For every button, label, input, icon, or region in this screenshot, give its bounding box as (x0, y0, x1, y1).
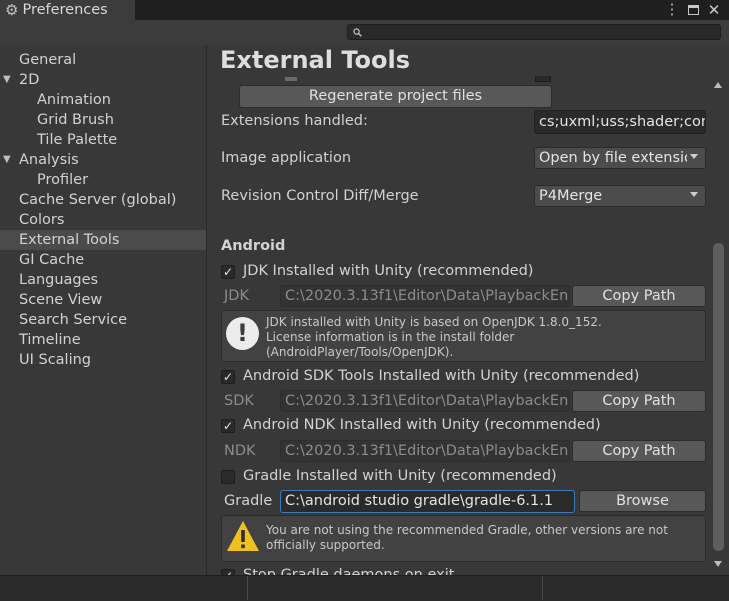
page-title: External Tools (220, 46, 410, 74)
image-application-label: Image application (221, 150, 352, 166)
revision-control-dropdown[interactable]: P4Merge (534, 185, 706, 207)
image-application-dropdown[interactable]: Open by file extension (534, 147, 706, 169)
stop-gradle-label: Stop Gradle daemons on exit (243, 567, 455, 575)
jdk-checkbox[interactable]: ✓ (221, 265, 235, 279)
jdk-label: JDK (224, 288, 249, 304)
chevron-down-icon[interactable]: ▼ (3, 70, 11, 90)
gradle-label: Gradle (224, 493, 273, 509)
ndk-path-field: C:\2020.3.13f1\Editor\Data\PlaybackEngin… (280, 440, 570, 462)
jdk-info-text: JDK installed with Unity is based on Ope… (266, 315, 602, 359)
sdk-label: SDK (224, 393, 254, 409)
sdk-copy-path-button[interactable]: Copy Path (572, 390, 706, 412)
revision-control-label: Revision Control Diff/Merge (221, 188, 419, 204)
maximize-icon[interactable] (684, 0, 702, 20)
gradle-checkbox-label: Gradle Installed with Unity (recommended… (243, 468, 557, 484)
stop-gradle-row[interactable]: ✓ Stop Gradle daemons on exit (207, 565, 710, 575)
ndk-copy-path-button[interactable]: Copy Path (572, 440, 706, 462)
window-tab[interactable]: ⚙ Preferences (0, 0, 135, 20)
divider (542, 576, 543, 600)
bottom-bar (0, 575, 729, 601)
jdk-checkbox-label: JDK Installed with Unity (recommended) (243, 263, 534, 279)
sidebar-item-animation[interactable]: Animation (0, 90, 206, 110)
sdk-path-field: C:\2020.3.13f1\Editor\Data\PlaybackEngin… (280, 390, 570, 412)
info-icon: ! (226, 317, 259, 350)
scroll-up-icon[interactable] (714, 82, 722, 88)
sdk-checkbox[interactable]: ✓ (221, 370, 235, 384)
sidebar-item-grid-brush[interactable]: Grid Brush (0, 110, 206, 130)
window-title: Preferences (22, 2, 108, 18)
sidebar-item-gi-cache[interactable]: GI Cache (0, 250, 206, 270)
regenerate-project-files-button[interactable]: Regenerate project files (239, 85, 552, 108)
sidebar-item-ui-scaling[interactable]: UI Scaling (0, 350, 206, 370)
sidebar-item-general[interactable]: General (0, 50, 206, 70)
scrolled-off-checkbox[interactable] (535, 76, 551, 82)
extensions-input[interactable]: cs;uxml;uss;shader;compute;cginc;hlsl;gl… (534, 110, 706, 134)
chevron-down-icon (690, 154, 698, 159)
ndk-checkbox[interactable]: ✓ (221, 419, 235, 433)
sidebar-item-analysis[interactable]: ▼ Analysis (0, 150, 206, 170)
sidebar-item-profiler[interactable]: Profiler (0, 170, 206, 190)
chevron-down-icon (690, 192, 698, 197)
ndk-checkbox-label: Android NDK Installed with Unity (recomm… (243, 417, 601, 433)
sidebar-item-2d[interactable]: ▼ 2D (0, 70, 206, 90)
gear-icon: ⚙ (5, 0, 19, 19)
warning-icon (227, 521, 259, 551)
sidebar-item-external-tools[interactable]: External Tools (0, 230, 206, 250)
sidebar-item-cache-server[interactable]: Cache Server (global) (0, 190, 206, 210)
scrollbar-thumb[interactable] (713, 243, 724, 551)
sidebar-item-colors[interactable]: Colors (0, 210, 206, 230)
sidebar-item-search-service[interactable]: Search Service (0, 310, 206, 330)
gradle-warning-box: You are not using the recommended Gradle… (221, 515, 706, 562)
search-icon (353, 23, 362, 40)
sdk-checkbox-label: Android SDK Tools Installed with Unity (… (243, 368, 640, 384)
sidebar-item-tile-palette[interactable]: Tile Palette (0, 130, 206, 150)
sidebar: General ▼ 2D Animation Grid Brush Tile Pa… (0, 45, 207, 575)
gradle-path-input[interactable]: C:\android studio gradle\gradle-6.1.1 (280, 490, 575, 513)
sidebar-item-timeline[interactable]: Timeline (0, 330, 206, 350)
extensions-label: Extensions handled: (221, 113, 368, 129)
android-section-header: Android (221, 238, 286, 254)
scroll-down-icon[interactable] (714, 561, 722, 567)
menu-icon[interactable]: ⋮ (664, 0, 680, 20)
gradle-browse-button[interactable]: Browse (579, 490, 706, 512)
gradle-checkbox[interactable] (221, 470, 235, 484)
jdk-copy-path-button[interactable]: Copy Path (572, 285, 706, 307)
gradle-warning-text: You are not using the recommended Gradle… (266, 523, 668, 552)
ndk-label: NDK (224, 443, 256, 459)
jdk-info-box: ! JDK installed with Unity is based on O… (221, 310, 706, 362)
chevron-down-icon[interactable]: ▼ (3, 150, 11, 170)
search-input[interactable] (347, 24, 721, 40)
sidebar-item-languages[interactable]: Languages (0, 270, 206, 290)
scrolled-off-text (285, 77, 297, 81)
jdk-path-field: C:\2020.3.13f1\Editor\Data\PlaybackEngin… (280, 285, 570, 307)
sidebar-item-scene-view[interactable]: Scene View (0, 290, 206, 310)
divider (247, 576, 248, 600)
close-icon[interactable]: ✕ (704, 0, 724, 20)
